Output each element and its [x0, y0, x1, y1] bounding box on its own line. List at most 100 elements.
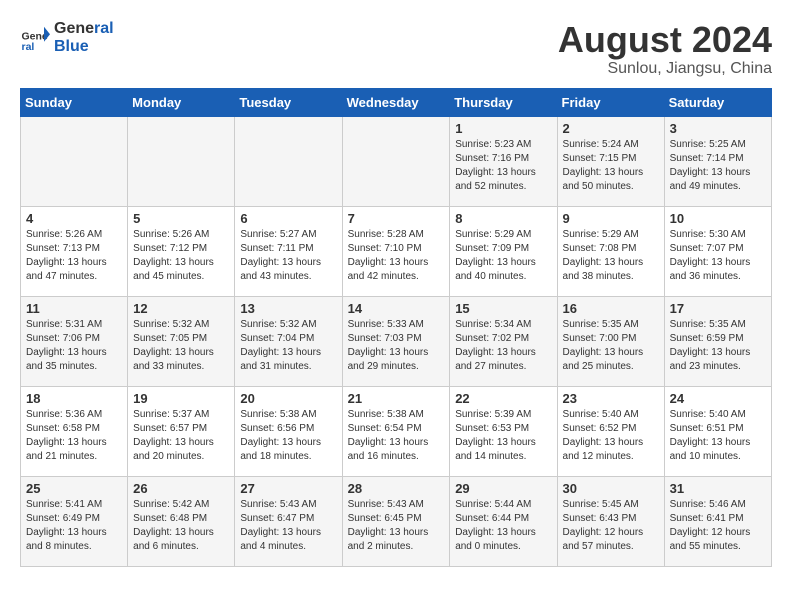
day-info: Sunrise: 5:35 AM Sunset: 6:59 PM Dayligh…: [670, 318, 766, 374]
svg-text:ral: ral: [22, 41, 35, 53]
day-info: Sunrise: 5:44 AM Sunset: 6:44 PM Dayligh…: [455, 498, 551, 554]
day-number: 15: [455, 301, 551, 316]
day-info: Sunrise: 5:28 AM Sunset: 7:10 PM Dayligh…: [348, 228, 445, 284]
calendar-cell: [21, 116, 128, 206]
calendar-cell: 15 Sunrise: 5:34 AM Sunset: 7:02 PM Dayli…: [450, 296, 557, 386]
calendar-cell: 18 Sunrise: 5:36 AM Sunset: 6:58 PM Dayli…: [21, 386, 128, 476]
day-info: Sunrise: 5:30 AM Sunset: 7:07 PM Dayligh…: [670, 228, 766, 284]
day-number: 30: [563, 481, 659, 496]
day-number: 31: [670, 481, 766, 496]
day-number: 18: [26, 391, 122, 406]
calendar-cell: 20Sunrise: 5:38 AM Sunset: 6:56 PM Dayli…: [235, 386, 342, 476]
calendar-cell: 19Sunrise: 5:37 AM Sunset: 6:57 PM Dayli…: [128, 386, 235, 476]
header-day-tuesday: Tuesday: [235, 88, 342, 116]
day-number: 25: [26, 481, 122, 496]
calendar-cell: 27 Sunrise: 5:43 AM Sunset: 6:47 PM Dayli…: [235, 476, 342, 566]
calendar-cell: 22Sunrise: 5:39 AM Sunset: 6:53 PM Dayli…: [450, 386, 557, 476]
day-number: 6: [240, 211, 336, 226]
calendar-cell: 12 Sunrise: 5:32 AM Sunset: 7:05 PM Dayli…: [128, 296, 235, 386]
calendar-cell: [342, 116, 450, 206]
day-number: 19: [133, 391, 229, 406]
day-number: 21: [348, 391, 445, 406]
header-day-wednesday: Wednesday: [342, 88, 450, 116]
calendar-cell: [235, 116, 342, 206]
day-info: Sunrise: 5:34 AM Sunset: 7:02 PM Dayligh…: [455, 318, 551, 374]
calendar-cell: 16 Sunrise: 5:35 AM Sunset: 7:00 PM Dayli…: [557, 296, 664, 386]
day-info: Sunrise: 5:42 AM Sunset: 6:48 PM Dayligh…: [133, 498, 229, 554]
day-number: 10: [670, 211, 766, 226]
calendar-cell: 26 Sunrise: 5:42 AM Sunset: 6:48 PM Dayli…: [128, 476, 235, 566]
title-block: August 2024 Sunlou, Jiangsu, China: [558, 20, 772, 78]
day-number: 7: [348, 211, 445, 226]
day-number: 4: [26, 211, 122, 226]
calendar-cell: 29 Sunrise: 5:44 AM Sunset: 6:44 PM Dayli…: [450, 476, 557, 566]
day-info: Sunrise: 5:31 AM Sunset: 7:06 PM Dayligh…: [26, 318, 122, 374]
day-number: 29: [455, 481, 551, 496]
calendar-cell: 31 Sunrise: 5:46 AM Sunset: 6:41 PM Dayli…: [664, 476, 771, 566]
day-info: Sunrise: 5:45 AM Sunset: 6:43 PM Dayligh…: [563, 498, 659, 554]
day-info: Sunrise: 5:40 AM Sunset: 6:51 PM Dayligh…: [670, 408, 766, 464]
calendar-cell: 9Sunrise: 5:29 AM Sunset: 7:08 PM Daylig…: [557, 206, 664, 296]
day-info: Sunrise: 5:27 AM Sunset: 7:11 PM Dayligh…: [240, 228, 336, 284]
calendar-cell: 28Sunrise: 5:43 AM Sunset: 6:45 PM Dayli…: [342, 476, 450, 566]
day-number: 11: [26, 301, 122, 316]
header-day-saturday: Saturday: [664, 88, 771, 116]
day-info: Sunrise: 5:33 AM Sunset: 7:03 PM Dayligh…: [348, 318, 445, 374]
day-info: Sunrise: 5:26 AM Sunset: 7:13 PM Dayligh…: [26, 228, 122, 284]
calendar-cell: 4 Sunrise: 5:26 AM Sunset: 7:13 PM Daylig…: [21, 206, 128, 296]
day-info: Sunrise: 5:29 AM Sunset: 7:08 PM Dayligh…: [563, 228, 659, 284]
calendar-cell: [128, 116, 235, 206]
day-number: 27: [240, 481, 336, 496]
day-number: 3: [670, 121, 766, 136]
calendar-table: SundayMondayTuesdayWednesdayThursdayFrid…: [20, 88, 772, 567]
calendar-cell: 3 Sunrise: 5:25 AM Sunset: 7:14 PM Daylig…: [664, 116, 771, 206]
day-info: Sunrise: 5:38 AM Sunset: 6:54 PM Dayligh…: [348, 408, 445, 464]
calendar-cell: 8Sunrise: 5:29 AM Sunset: 7:09 PM Daylig…: [450, 206, 557, 296]
day-info: Sunrise: 5:39 AM Sunset: 6:53 PM Dayligh…: [455, 408, 551, 464]
day-info: Sunrise: 5:43 AM Sunset: 6:47 PM Dayligh…: [240, 498, 336, 554]
day-number: 28: [348, 481, 445, 496]
day-info: Sunrise: 5:29 AM Sunset: 7:09 PM Dayligh…: [455, 228, 551, 284]
logo: Gene ral General Blue: [20, 20, 114, 56]
day-number: 13: [240, 301, 336, 316]
day-info: Sunrise: 5:24 AM Sunset: 7:15 PM Dayligh…: [563, 138, 659, 194]
day-number: 17: [670, 301, 766, 316]
day-number: 2: [563, 121, 659, 136]
calendar-cell: 7 Sunrise: 5:28 AM Sunset: 7:10 PM Daylig…: [342, 206, 450, 296]
day-info: Sunrise: 5:23 AM Sunset: 7:16 PM Dayligh…: [455, 138, 551, 194]
calendar-cell: 25 Sunrise: 5:41 AM Sunset: 6:49 PM Dayli…: [21, 476, 128, 566]
week-row-3: 11 Sunrise: 5:31 AM Sunset: 7:06 PM Dayli…: [21, 296, 772, 386]
page-header: Gene ral General Blue August 2024 Sunlou…: [20, 20, 772, 78]
calendar-cell: 23Sunrise: 5:40 AM Sunset: 6:52 PM Dayli…: [557, 386, 664, 476]
day-number: 1: [455, 121, 551, 136]
week-row-4: 18 Sunrise: 5:36 AM Sunset: 6:58 PM Dayli…: [21, 386, 772, 476]
week-row-5: 25 Sunrise: 5:41 AM Sunset: 6:49 PM Dayli…: [21, 476, 772, 566]
day-number: 24: [670, 391, 766, 406]
logo-text-line1: General: [54, 20, 114, 38]
week-row-2: 4 Sunrise: 5:26 AM Sunset: 7:13 PM Daylig…: [21, 206, 772, 296]
calendar-cell: 30 Sunrise: 5:45 AM Sunset: 6:43 PM Dayli…: [557, 476, 664, 566]
calendar-cell: 5 Sunrise: 5:26 AM Sunset: 7:12 PM Daylig…: [128, 206, 235, 296]
day-number: 12: [133, 301, 229, 316]
logo-text-line2: Blue: [54, 38, 114, 56]
calendar-cell: 11 Sunrise: 5:31 AM Sunset: 7:06 PM Dayli…: [21, 296, 128, 386]
day-info: Sunrise: 5:35 AM Sunset: 7:00 PM Dayligh…: [563, 318, 659, 374]
calendar-cell: 17 Sunrise: 5:35 AM Sunset: 6:59 PM Dayli…: [664, 296, 771, 386]
day-number: 16: [563, 301, 659, 316]
calendar-cell: 21 Sunrise: 5:38 AM Sunset: 6:54 PM Dayli…: [342, 386, 450, 476]
calendar-title: August 2024: [558, 20, 772, 60]
calendar-cell: 2 Sunrise: 5:24 AM Sunset: 7:15 PM Daylig…: [557, 116, 664, 206]
day-info: Sunrise: 5:26 AM Sunset: 7:12 PM Dayligh…: [133, 228, 229, 284]
day-info: Sunrise: 5:41 AM Sunset: 6:49 PM Dayligh…: [26, 498, 122, 554]
calendar-cell: 13Sunrise: 5:32 AM Sunset: 7:04 PM Dayli…: [235, 296, 342, 386]
day-number: 5: [133, 211, 229, 226]
day-info: Sunrise: 5:32 AM Sunset: 7:05 PM Dayligh…: [133, 318, 229, 374]
day-number: 26: [133, 481, 229, 496]
day-info: Sunrise: 5:46 AM Sunset: 6:41 PM Dayligh…: [670, 498, 766, 554]
logo-icon: Gene ral: [20, 23, 50, 53]
header-day-thursday: Thursday: [450, 88, 557, 116]
header-day-sunday: Sunday: [21, 88, 128, 116]
day-info: Sunrise: 5:25 AM Sunset: 7:14 PM Dayligh…: [670, 138, 766, 194]
day-info: Sunrise: 5:36 AM Sunset: 6:58 PM Dayligh…: [26, 408, 122, 464]
calendar-cell: 10 Sunrise: 5:30 AM Sunset: 7:07 PM Dayli…: [664, 206, 771, 296]
